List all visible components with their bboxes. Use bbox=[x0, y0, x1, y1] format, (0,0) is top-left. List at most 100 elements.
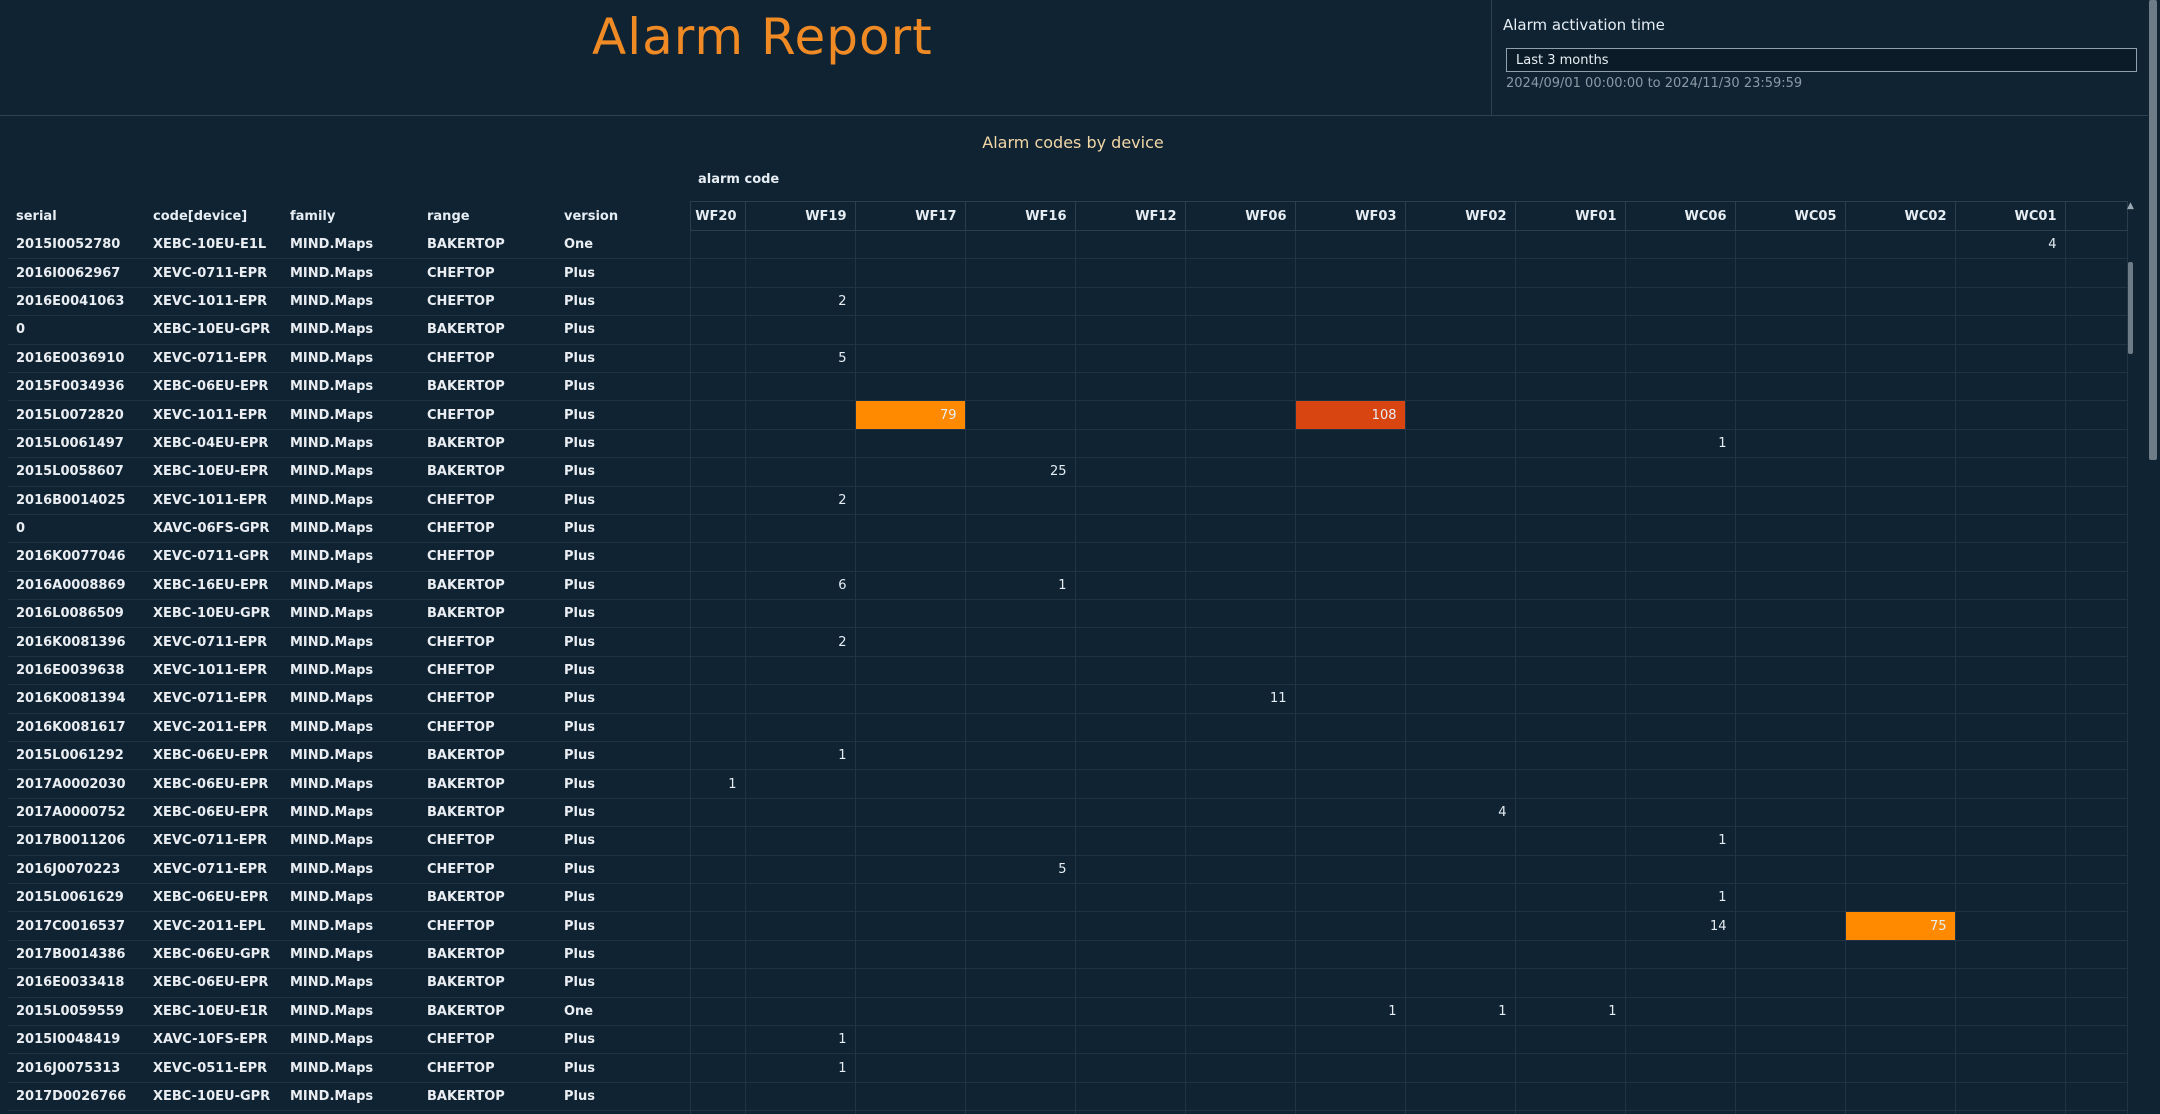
table-row[interactable]: 2017C0016537 XEVC-2011-EPL MIND.Maps CHEFTO… bbox=[8, 911, 2128, 941]
table-row[interactable]: 2017A0002030 XEBC-06EU-EPR MIND.Maps BAKERT… bbox=[8, 769, 2128, 799]
table-row[interactable]: 2016K0081396 XEVC-0711-EPR MIND.Maps CHEFTO… bbox=[8, 627, 2128, 657]
alarm-count-cell bbox=[1294, 429, 1406, 458]
cell-version: Plus bbox=[564, 265, 595, 281]
alarm-count-cell bbox=[689, 883, 746, 912]
column-header-wf12[interactable]: WF12 bbox=[1074, 201, 1186, 231]
alarm-count-cell bbox=[1184, 486, 1296, 515]
table-row[interactable]: 2016J0070223 XEVC-0711-EPR MIND.Maps CHEFTO… bbox=[8, 855, 2128, 884]
alarm-count-cell bbox=[964, 883, 1076, 912]
page-scrollbar-thumb[interactable] bbox=[2149, 0, 2157, 460]
table-row[interactable]: 2016B0014025 XEVC-1011-EPR MIND.Maps CHEFTO… bbox=[8, 486, 2128, 515]
alarm-count-cell bbox=[1514, 684, 1626, 714]
table-row[interactable]: 2016K0077046 XEVC-0711-GPR MIND.Maps CHEFTO… bbox=[8, 542, 2128, 572]
alarm-count-cell bbox=[1624, 542, 1736, 572]
alarm-count-cell bbox=[1294, 457, 1406, 487]
column-header-wf01[interactable]: WF01 bbox=[1514, 201, 1626, 231]
table-row[interactable]: 2016E0041063 XEVC-1011-EPR MIND.Maps CHEFTO… bbox=[8, 287, 2128, 316]
cell-range: CHEFTOP bbox=[427, 663, 495, 679]
alarm-count-cell bbox=[1294, 1025, 1406, 1054]
alarm-count-cell bbox=[1074, 997, 1186, 1026]
alarm-count-cell bbox=[1844, 940, 1956, 969]
column-header-version[interactable]: version bbox=[556, 202, 690, 231]
cell-version: Plus bbox=[564, 1088, 595, 1104]
table-row[interactable]: 2016I0062967 XEVC-0711-EPR MIND.Maps CHEFTO… bbox=[8, 258, 2128, 288]
column-header-range[interactable]: range bbox=[419, 202, 556, 231]
cell-version: One bbox=[564, 236, 594, 252]
table-row[interactable]: 2016J0075313 XEVC-0511-EPR MIND.Maps CHEFTO… bbox=[8, 1053, 2128, 1083]
table-row[interactable]: 0 XEBC-10EU-GPR MIND.Maps BAKERTOP Plus bbox=[8, 315, 2128, 345]
date-range-select[interactable]: Last 3 months bbox=[1506, 48, 2137, 72]
table-row[interactable]: 0 XAVC-06FS-GPR MIND.Maps CHEFTOP Plus bbox=[8, 514, 2128, 543]
alarm-count-cell bbox=[689, 741, 746, 770]
column-header-wf02[interactable]: WF02 bbox=[1404, 201, 1516, 231]
alarm-count-cell bbox=[964, 1053, 1076, 1083]
table-row[interactable]: 2017B0014386 XEBC-06EU-GPR MIND.Maps BAKERT… bbox=[8, 940, 2128, 969]
alarm-count-cell bbox=[1624, 457, 1736, 487]
alarm-count-cell bbox=[854, 429, 966, 458]
table-row[interactable]: 2015I0048419 XAVC-10FS-EPR MIND.Maps CHEFTO… bbox=[8, 1025, 2128, 1054]
column-header-wc06[interactable]: WC06 bbox=[1624, 201, 1736, 231]
spacer-cell bbox=[2064, 287, 2128, 316]
table-row[interactable]: 2015I0054628XEBC-10EU-GPRMIND.MapsBAKERT… bbox=[8, 1110, 2128, 1114]
column-header-wc05[interactable]: WC05 bbox=[1734, 201, 1846, 231]
cell-range: CHEFTOP bbox=[427, 1060, 495, 1076]
table-row[interactable]: 2015L0072820 XEVC-1011-EPR MIND.Maps CHEFTO… bbox=[8, 400, 2128, 430]
alarm-count-cell bbox=[744, 798, 856, 827]
table-row[interactable]: 2015I0052780 XEBC-10EU-E1L MIND.Maps BAKERT… bbox=[8, 230, 2128, 259]
page-scrollbar[interactable] bbox=[2148, 0, 2160, 1114]
alarm-count-cell bbox=[1074, 230, 1186, 259]
table-row[interactable]: 2015L0061292 XEBC-06EU-EPR MIND.Maps BAKERT… bbox=[8, 741, 2128, 770]
table-scrollbar-thumb[interactable] bbox=[2128, 262, 2133, 354]
column-header-wf19[interactable]: WF19 bbox=[744, 201, 856, 231]
column-header-wf06[interactable]: WF06 bbox=[1184, 201, 1296, 231]
table-row[interactable]: 2016E0039638 XEVC-1011-EPR MIND.Maps CHEFTO… bbox=[8, 656, 2128, 685]
column-header-family[interactable]: family bbox=[282, 202, 419, 231]
pivot-table-container[interactable]: serial code[device] family range version WF20… bbox=[8, 201, 2134, 1114]
table-row[interactable]: 2016E0033418 XEBC-06EU-EPR MIND.Maps BAKERT… bbox=[8, 968, 2128, 998]
table-row[interactable]: 2017B0011206 XEVC-0711-EPR MIND.Maps CHEFTO… bbox=[8, 826, 2128, 856]
scroll-up-icon[interactable]: ▲ bbox=[2127, 201, 2134, 211]
alarm-count-cell bbox=[1514, 1110, 1626, 1114]
alarm-count-cell bbox=[854, 684, 966, 714]
column-header-wc01[interactable]: WC01 bbox=[1954, 201, 2066, 231]
table-header-row: serial code[device] family range version WF20… bbox=[8, 201, 2128, 231]
alarm-count-cell bbox=[744, 968, 856, 998]
cell-version: Plus bbox=[564, 1060, 595, 1076]
cell-device: XEBC-04EU-EPR bbox=[153, 435, 269, 451]
column-header-wf16[interactable]: WF16 bbox=[964, 201, 1076, 231]
table-row[interactable]: 2015F0034936 XEBC-06EU-EPR MIND.Maps BAKERT… bbox=[8, 372, 2128, 401]
alarm-count-cell bbox=[1294, 656, 1406, 685]
column-header-serial[interactable]: serial bbox=[8, 202, 145, 231]
alarm-count-cell bbox=[854, 769, 966, 799]
table-row[interactable]: 2016K0081617 XEVC-2011-EPR MIND.Maps CHEFTO… bbox=[8, 713, 2128, 742]
table-row[interactable]: 2016A0008869 XEBC-16EU-EPR MIND.Maps BAKERT… bbox=[8, 571, 2128, 600]
alarm-count-cell bbox=[1074, 258, 1186, 288]
cell-family: MIND.Maps bbox=[290, 918, 374, 934]
cell-range: CHEFTOP bbox=[427, 492, 495, 508]
alarm-count-cell bbox=[854, 798, 966, 827]
table-row[interactable]: 2015L0059559 XEBC-10EU-E1R MIND.Maps BAKERT… bbox=[8, 997, 2128, 1026]
column-header-wf03[interactable]: WF03 bbox=[1294, 201, 1406, 231]
column-header-wf17[interactable]: WF17 bbox=[854, 201, 966, 231]
alarm-count-cell bbox=[1404, 457, 1516, 487]
table-row[interactable]: 2015L0061629 XEBC-06EU-EPR MIND.Maps BAKERT… bbox=[8, 883, 2128, 912]
alarm-count-cell: 1 bbox=[1294, 997, 1406, 1026]
column-header-wc02[interactable]: WC02 bbox=[1844, 201, 1956, 231]
alarm-count-cell bbox=[1074, 315, 1186, 345]
alarm-count-cell bbox=[1844, 571, 1956, 600]
alarm-count-cell bbox=[1404, 486, 1516, 515]
table-row[interactable]: 2016K0081394 XEVC-0711-EPR MIND.Maps CHEFTO… bbox=[8, 684, 2128, 714]
table-row[interactable]: 2017D0026766 XEBC-10EU-GPR MIND.Maps BAKERT… bbox=[8, 1082, 2128, 1111]
column-header-device[interactable]: code[device] bbox=[145, 202, 282, 231]
alarm-count-cell bbox=[1844, 997, 1956, 1026]
table-row[interactable]: 2015L0058607 XEBC-10EU-EPR MIND.Maps BAKERT… bbox=[8, 457, 2128, 487]
table-row[interactable]: 2016L0086509 XEBC-10EU-GPR MIND.Maps BAKERT… bbox=[8, 599, 2128, 628]
column-header-wf20[interactable]: WF20 bbox=[689, 201, 746, 231]
table-row[interactable]: 2016E0036910 XEVC-0711-EPR MIND.Maps CHEFTO… bbox=[8, 344, 2128, 373]
table-row[interactable]: 2017A0000752 XEBC-06EU-EPR MIND.Maps BAKERT… bbox=[8, 798, 2128, 827]
alarm-count-cell bbox=[1624, 571, 1736, 600]
spacer-cell bbox=[2064, 571, 2128, 600]
alarm-count-cell bbox=[744, 599, 856, 628]
table-row[interactable]: 2015L0061497 XEBC-04EU-EPR MIND.Maps BAKERT… bbox=[8, 429, 2128, 458]
alarm-count-cell bbox=[1734, 968, 1846, 998]
